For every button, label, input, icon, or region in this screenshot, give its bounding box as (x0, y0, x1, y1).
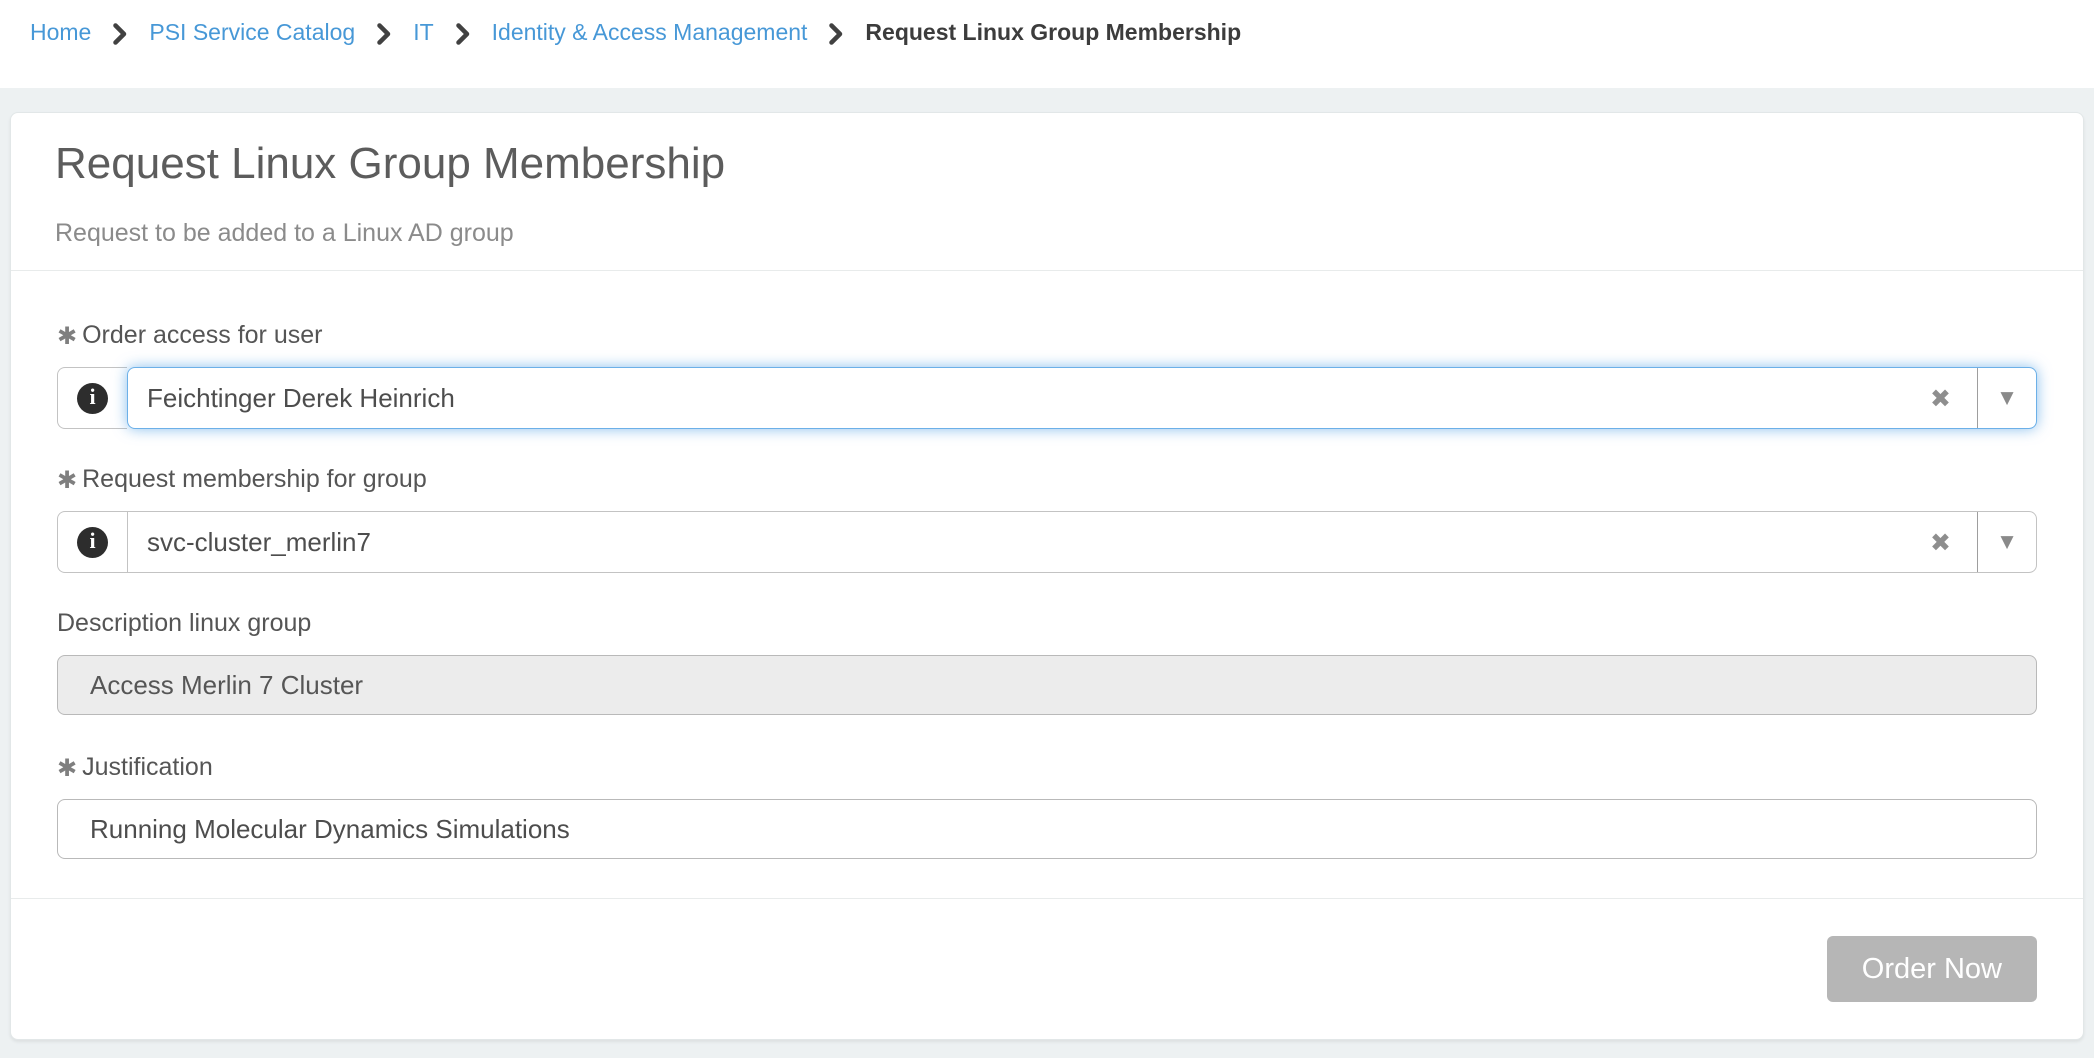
user-input[interactable] (128, 368, 1904, 428)
page-title: Request Linux Group Membership (55, 139, 2039, 189)
group-combo-field: ✖ ▼ (127, 511, 2037, 573)
chevron-right-icon (112, 22, 128, 46)
user-combo-field: ✖ ▼ (127, 367, 2037, 429)
chevron-right-icon (376, 22, 392, 46)
panel-footer: Order Now (11, 898, 2083, 1039)
required-asterisk-icon: ✱ (57, 468, 77, 492)
justification-field-label-text: Justification (82, 753, 213, 782)
request-form: ✱ Order access for user i ✖ ▼ ✱ Request … (11, 271, 2083, 898)
justification-field-label: ✱ Justification (57, 753, 2037, 782)
breadcrumb-current-page: Request Linux Group Membership (865, 16, 1241, 48)
user-field-label-text: Order access for user (82, 321, 322, 350)
breadcrumb-psi-service-catalog[interactable]: PSI Service Catalog (149, 16, 355, 48)
group-combobox: i ✖ ▼ (57, 511, 2037, 573)
user-info-addon: i (57, 367, 127, 429)
info-icon: i (77, 527, 108, 558)
clear-icon[interactable]: ✖ (1904, 386, 1977, 411)
caret-down-icon: ▼ (2000, 390, 2013, 407)
breadcrumb-identity-access-management[interactable]: Identity & Access Management (492, 16, 808, 48)
description-input (57, 655, 2037, 715)
group-dropdown-button[interactable]: ▼ (1978, 512, 2036, 572)
request-form-panel: Request Linux Group Membership Request t… (10, 112, 2084, 1040)
chevron-right-icon (455, 22, 471, 46)
group-field-label: ✱ Request membership for group (57, 465, 2037, 494)
required-asterisk-icon: ✱ (57, 756, 77, 780)
group-input[interactable] (128, 512, 1904, 572)
page-subtitle: Request to be added to a Linux AD group (55, 219, 2039, 248)
required-asterisk-icon: ✱ (57, 324, 77, 348)
user-dropdown-button[interactable]: ▼ (1978, 368, 2036, 428)
panel-header: Request Linux Group Membership Request t… (11, 113, 2083, 271)
group-info-addon: i (57, 511, 127, 573)
info-icon: i (77, 383, 108, 414)
description-field-label-text: Description linux group (57, 609, 311, 638)
user-field-label: ✱ Order access for user (57, 321, 2037, 350)
breadcrumb: Home PSI Service Catalog IT Identity & A… (0, 0, 2094, 88)
clear-icon[interactable]: ✖ (1904, 530, 1977, 555)
chevron-right-icon (828, 22, 844, 46)
breadcrumb-it[interactable]: IT (413, 16, 433, 48)
order-now-button[interactable]: Order Now (1827, 936, 2037, 1002)
user-combobox: i ✖ ▼ (57, 367, 2037, 429)
group-field-label-text: Request membership for group (82, 465, 427, 494)
breadcrumb-home[interactable]: Home (30, 16, 91, 48)
caret-down-icon: ▼ (2000, 534, 2013, 551)
description-field-label: Description linux group (57, 609, 2037, 638)
justification-input[interactable] (57, 799, 2037, 859)
